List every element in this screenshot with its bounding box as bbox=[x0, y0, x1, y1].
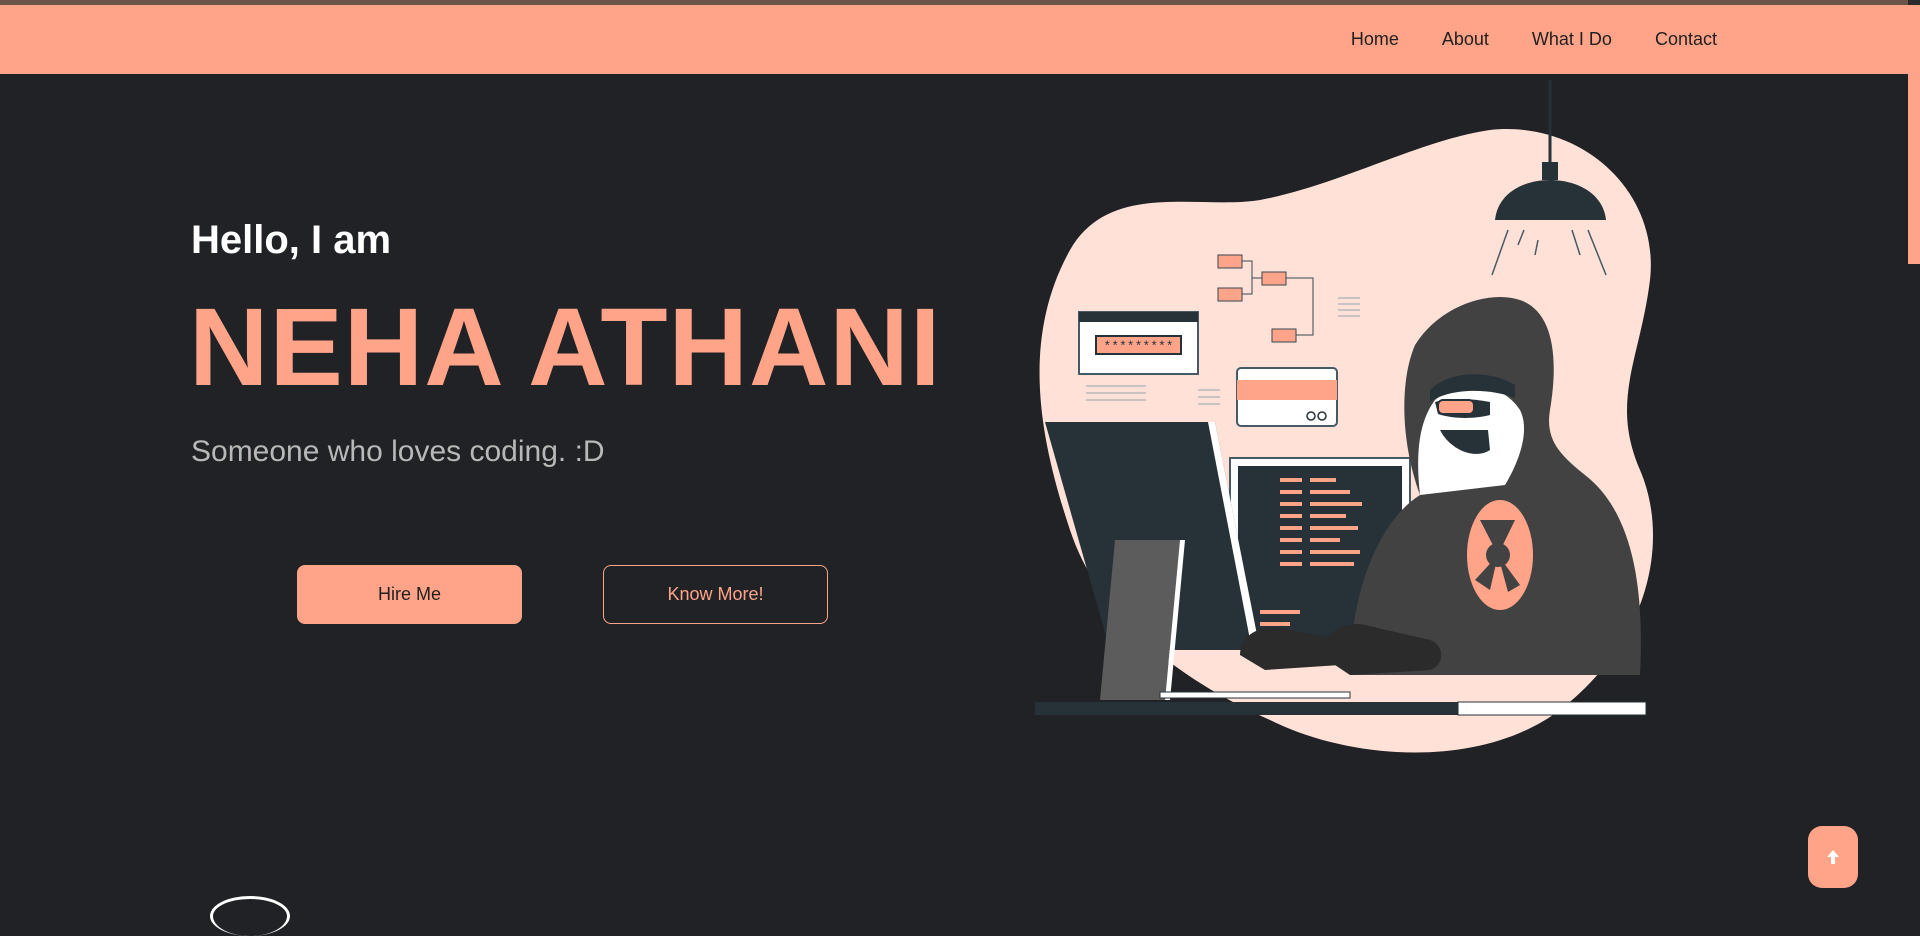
hire-me-button[interactable]: Hire Me bbox=[297, 565, 522, 624]
next-section-peek bbox=[210, 896, 290, 936]
scroll-to-top-button[interactable] bbox=[1808, 826, 1858, 888]
nav-home-link[interactable]: Home bbox=[1351, 29, 1399, 50]
navbar: Home About What I Do Contact bbox=[0, 5, 1920, 74]
hacker-illustration: ********* bbox=[1035, 80, 1654, 753]
lamp-neck bbox=[1542, 162, 1558, 180]
password-mask: ********* bbox=[1103, 339, 1173, 354]
card-window bbox=[1236, 367, 1338, 427]
nav-about-link[interactable]: About bbox=[1442, 29, 1489, 50]
hero-greeting: Hello, I am bbox=[191, 218, 392, 262]
know-more-button[interactable]: Know More! bbox=[603, 565, 828, 624]
arrow-up-icon bbox=[1827, 850, 1839, 864]
scrollbar-thumb[interactable] bbox=[1908, 5, 1920, 264]
nav-links: Home About What I Do Contact bbox=[1351, 5, 1717, 74]
nav-contact-link[interactable]: Contact bbox=[1655, 29, 1717, 50]
password-window: ********* bbox=[1078, 311, 1199, 375]
hero-name: NEHA ATHANI bbox=[189, 286, 942, 409]
hero-tagline: Someone who loves coding. :D bbox=[191, 435, 605, 468]
nav-what-i-do-link[interactable]: What I Do bbox=[1532, 29, 1612, 50]
